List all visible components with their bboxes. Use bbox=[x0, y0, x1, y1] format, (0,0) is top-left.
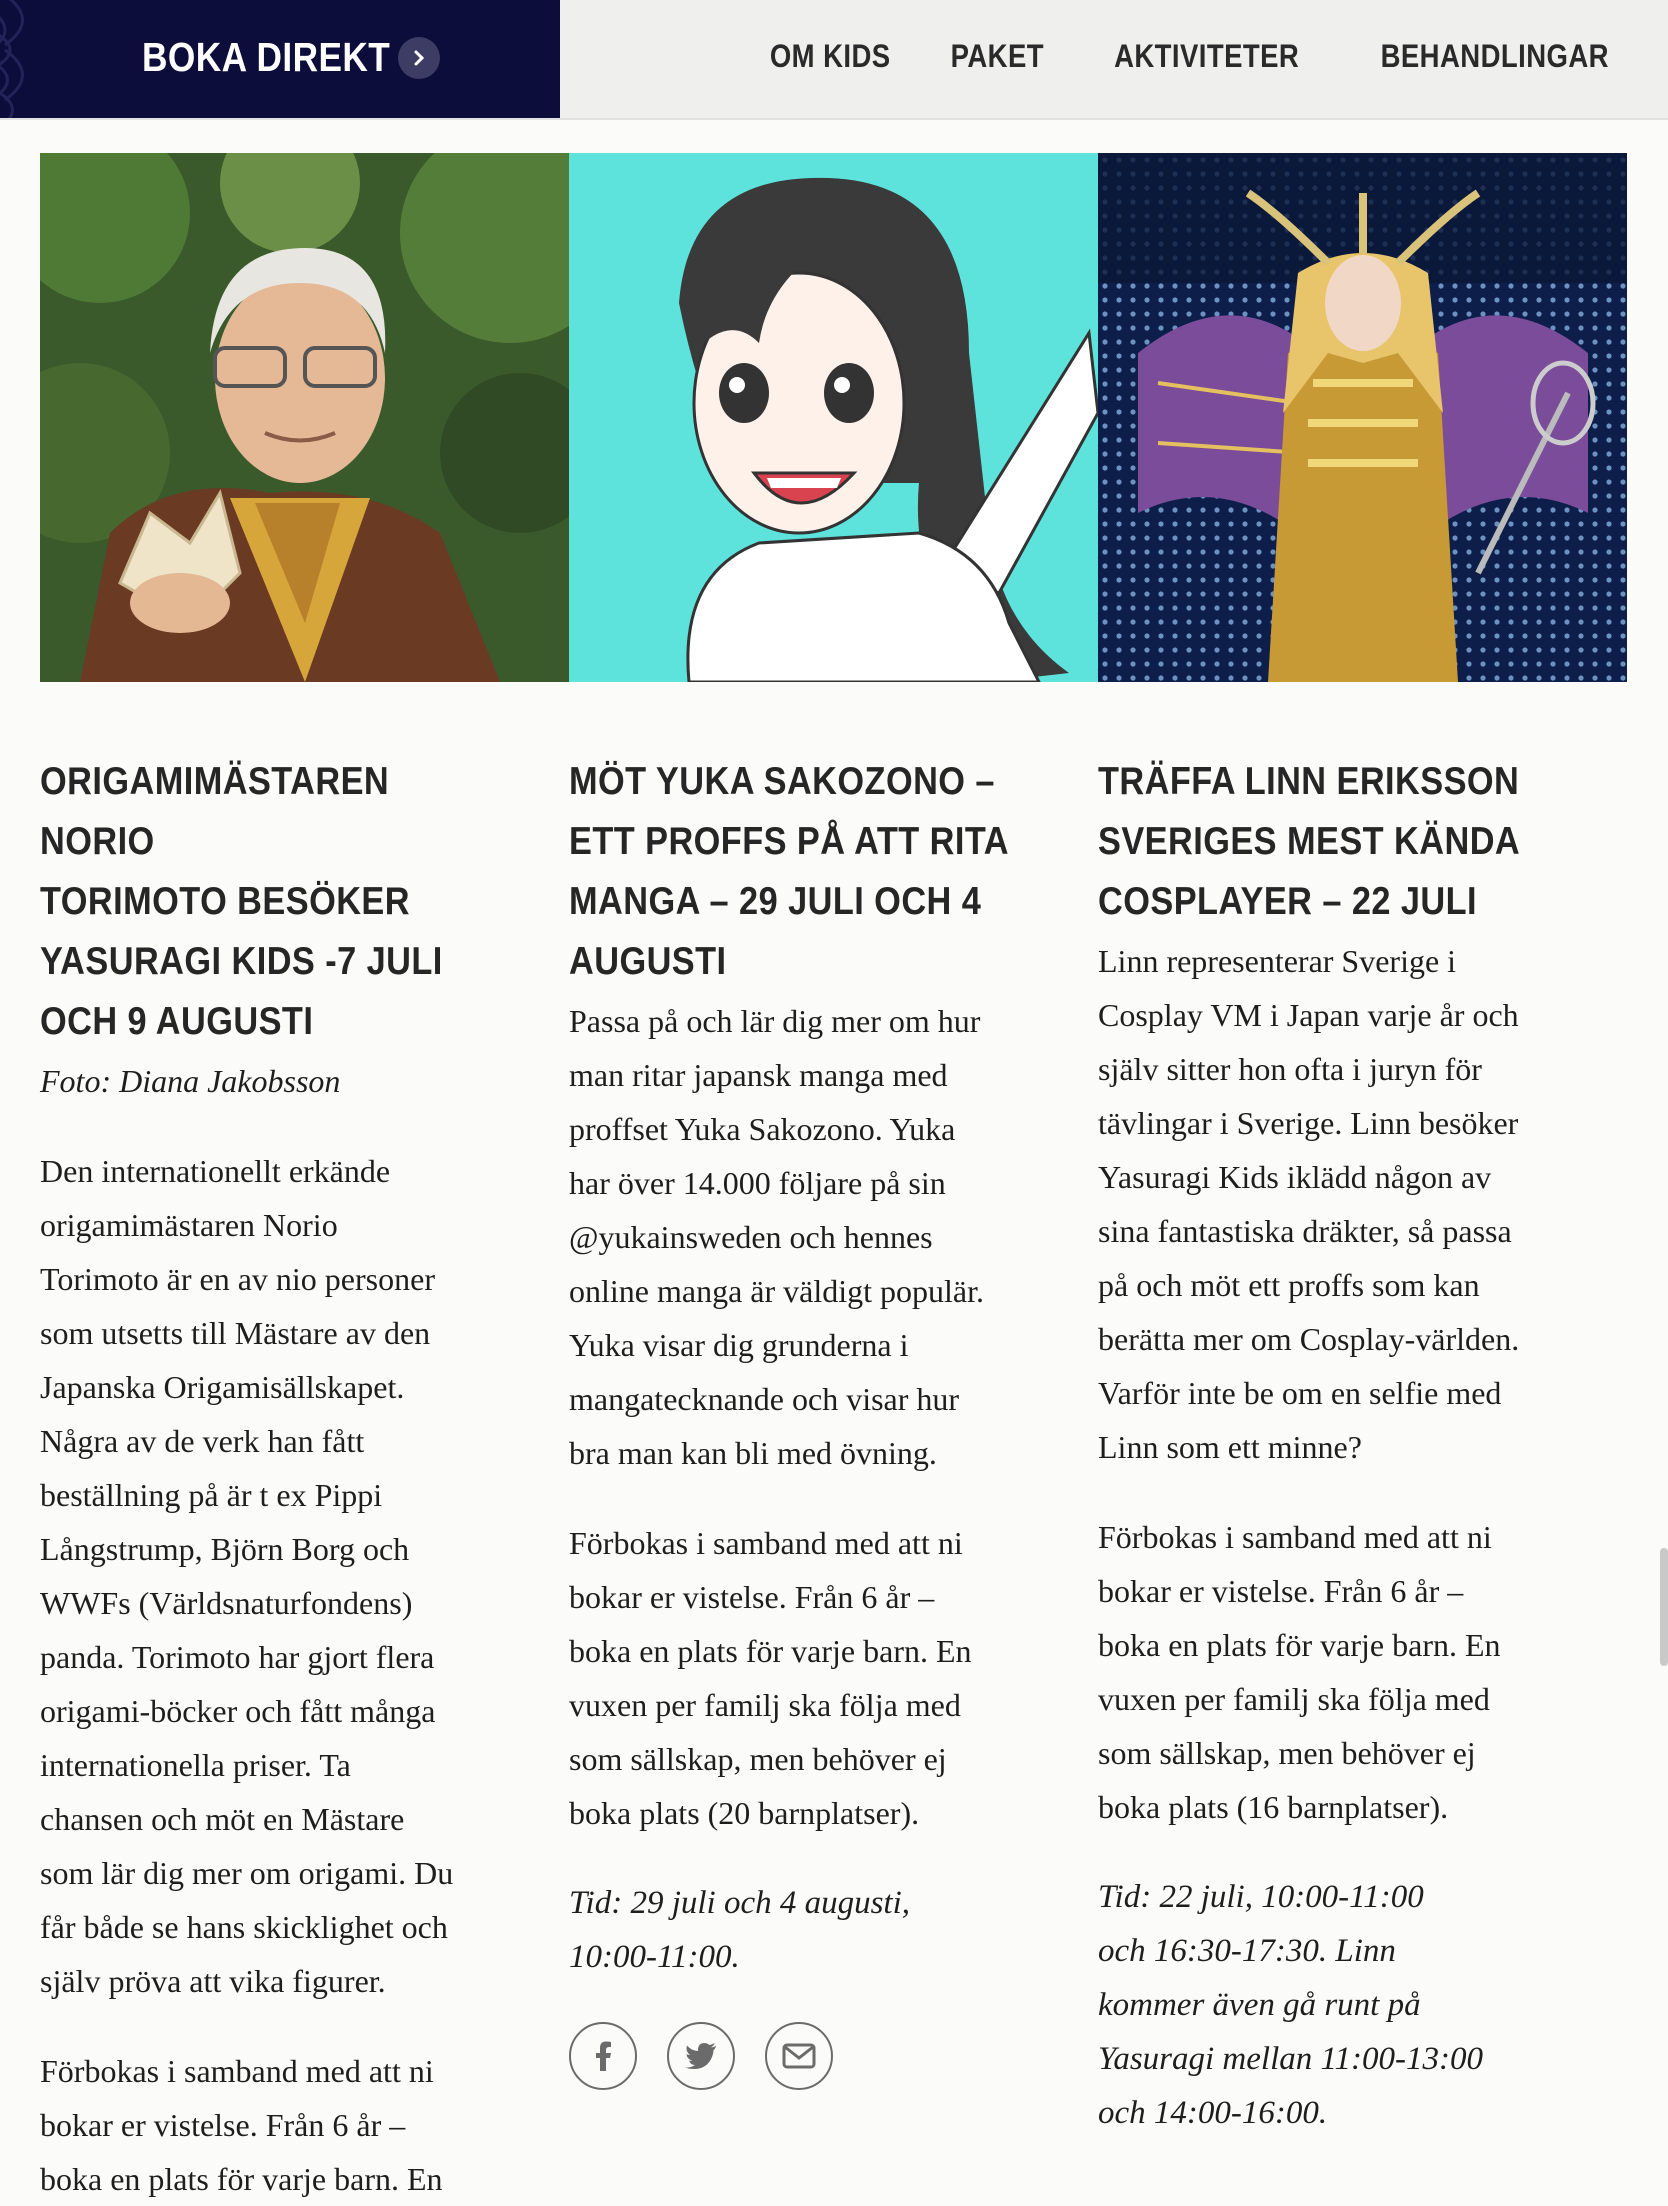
site-header: BOKA DIREKT OM KIDS PAKET AKTIVITETER BE… bbox=[0, 0, 1668, 120]
event-time: Tid: 22 juli, 10:00-11:00 och 16:30-17:3… bbox=[1098, 1879, 1484, 2131]
origami-master-photo bbox=[40, 153, 569, 682]
share-buttons bbox=[569, 2022, 1029, 2090]
scrollbar-thumb[interactable] bbox=[1660, 1548, 1668, 1666]
article-title: TRÄFFA LINN ERIKSSON SVERIGES MEST KÄNDA… bbox=[1098, 760, 1521, 923]
booking-info: Förbokas i samband med att ni bokar er v… bbox=[1098, 1519, 1501, 1825]
article-body: Den internationellt erkände origamimästa… bbox=[40, 1153, 454, 1999]
event-time: Tid: 29 juli och 4 augusti, 10:00-11:00. bbox=[569, 1885, 911, 1975]
photo-caption: Foto: Diana Jakobsson bbox=[40, 1063, 341, 1099]
booking-info: Förbokas i samband med att ni bokar er v… bbox=[569, 1525, 972, 1831]
nav-paket[interactable]: PAKET bbox=[950, 38, 1043, 75]
boka-direkt-label: BOKA DIREKT bbox=[142, 34, 391, 80]
nav-aktiviteter[interactable]: AKTIVITETER bbox=[1114, 38, 1299, 75]
article-body: Passa på och lär dig mer om hur man rita… bbox=[569, 1003, 984, 1471]
nav-om-kids[interactable]: OM KIDS bbox=[770, 38, 891, 75]
article-body: Linn representerar Sverige i Cosplay VM … bbox=[1098, 943, 1520, 1465]
article-manga: MÖT YUKA SAKOZONO – ETT PROFFS PÅ ATT RI… bbox=[569, 752, 1029, 2090]
chevron-right-icon bbox=[398, 37, 440, 79]
article-title: ORIGAMIMÄSTAREN NORIO TORIMOTO BESÖKER Y… bbox=[40, 760, 443, 1043]
manga-illustration bbox=[569, 153, 1098, 682]
article-cosplay: TRÄFFA LINN ERIKSSON SVERIGES MEST KÄNDA… bbox=[1098, 752, 1558, 2140]
email-icon[interactable] bbox=[765, 2022, 833, 2090]
facebook-icon[interactable] bbox=[569, 2022, 637, 2090]
booking-info: Förbokas i samband med att ni bokar er v… bbox=[40, 2053, 443, 2197]
nav-behandlingar[interactable]: BEHANDLINGAR bbox=[1381, 38, 1609, 75]
twitter-icon[interactable] bbox=[667, 2022, 735, 2090]
main-nav: OM KIDS PAKET AKTIVITETER BEHANDLINGAR bbox=[760, 38, 1628, 75]
article-title: MÖT YUKA SAKOZONO – ETT PROFFS PÅ ATT RI… bbox=[569, 760, 1009, 983]
boka-direkt-button[interactable]: BOKA DIREKT bbox=[0, 0, 560, 120]
article-origami: ORIGAMIMÄSTAREN NORIO TORIMOTO BESÖKER Y… bbox=[40, 752, 500, 2206]
wave-pattern-icon bbox=[0, 0, 24, 120]
cosplayer-photo bbox=[1098, 153, 1627, 682]
